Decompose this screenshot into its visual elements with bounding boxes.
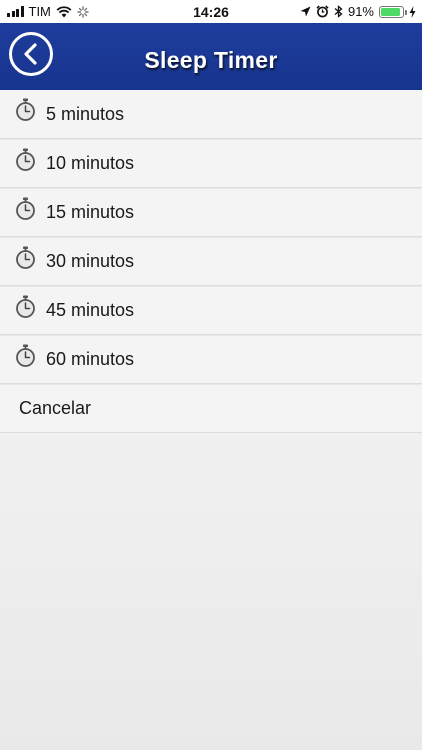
option-15-minutes[interactable]: 15 minutos <box>0 188 422 237</box>
stopwatch-icon <box>16 148 35 171</box>
stopwatch-icon <box>16 246 35 269</box>
option-label: 30 minutos <box>46 251 135 271</box>
status-right: 91% <box>300 3 416 20</box>
battery-level <box>381 7 401 16</box>
option-45-minutes[interactable]: 45 minutos <box>0 286 422 335</box>
option-label: 10 minutos <box>46 153 135 173</box>
stopwatch-icon <box>16 98 35 121</box>
option-30-minutes[interactable]: 30 minutos <box>0 237 422 286</box>
option-label: 15 minutos <box>46 202 135 222</box>
bluetooth-icon <box>334 5 343 18</box>
cancel-button[interactable]: Cancelar <box>0 384 422 433</box>
option-label: 45 minutos <box>46 300 135 320</box>
timer-options-list: 5 minutos 10 minutos 15 minutos 30 minut… <box>0 90 422 433</box>
option-label: 5 minutos <box>46 103 125 124</box>
battery-icon <box>379 5 407 18</box>
location-icon <box>300 6 311 17</box>
battery-cap <box>405 9 407 15</box>
option-label: 60 minutos <box>46 349 135 369</box>
cancel-label: Cancelar <box>19 398 92 418</box>
option-60-minutes[interactable]: 60 minutos <box>0 335 422 384</box>
stopwatch-icon <box>16 197 35 220</box>
header-bar: Sleep Timer <box>0 23 422 90</box>
charging-icon <box>409 5 416 18</box>
alarm-icon <box>316 5 329 18</box>
stopwatch-icon <box>16 295 35 318</box>
option-10-minutes[interactable]: 10 minutos <box>0 139 422 188</box>
status-bar: TIM 14:26 91% <box>0 0 422 23</box>
battery-percent: 91% <box>347 4 374 19</box>
stopwatch-icon <box>16 344 35 367</box>
page-title: Sleep Timer <box>144 47 278 73</box>
option-5-minutes[interactable]: 5 minutos <box>0 90 422 139</box>
